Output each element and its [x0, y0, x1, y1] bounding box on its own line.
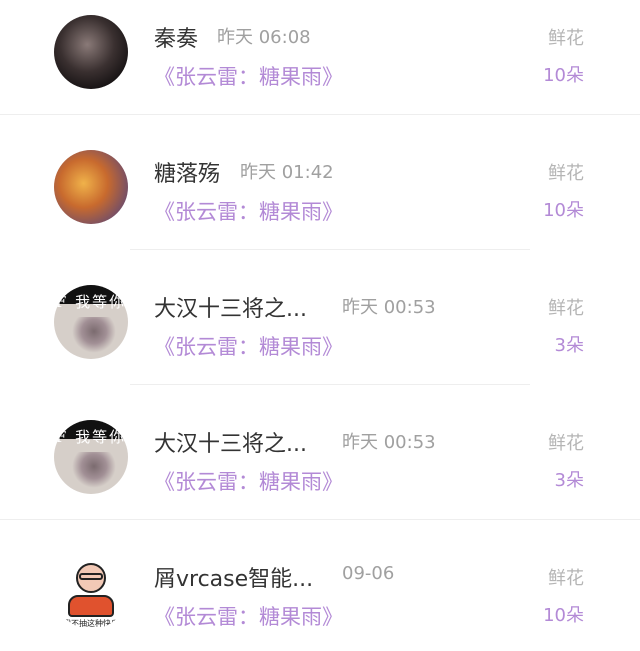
- user-name[interactable]: 大汉十三将之...: [154, 426, 307, 458]
- avatar-caption: F 我等你: [55, 428, 127, 446]
- avatar[interactable]: [54, 150, 128, 224]
- gift-type: 鲜花: [548, 433, 584, 454]
- timestamp: 昨天 00:53: [342, 297, 436, 318]
- list-item[interactable]: 秦奏 昨天 06:08 《张云雷：糖果雨》 鲜花 10朵: [0, 0, 640, 115]
- avatar[interactable]: [54, 15, 128, 89]
- gift-count: 10朵: [543, 200, 584, 221]
- gift-count: 3朵: [554, 470, 584, 491]
- avatar-caption: F 我等你: [55, 293, 127, 311]
- gift-record-list: 秦奏 昨天 06:08 《张云雷：糖果雨》 鲜花 10朵 糖落殇 昨天 01:4…: [0, 0, 640, 651]
- gift-count: 10朵: [543, 605, 584, 626]
- cartoon-body: [68, 595, 114, 617]
- list-item[interactable]: 糖落殇 昨天 01:42 《张云雷：糖果雨》 鲜花 10朵: [0, 116, 640, 250]
- gift-type: 鲜花: [548, 298, 584, 319]
- divider: [130, 249, 530, 250]
- list-item[interactable]: F 我等你 大汉十三将之... 昨天 00:53 《张云雷：糖果雨》 鲜花 3朵: [0, 386, 640, 520]
- avatar[interactable]: 我不抽这种快乐: [54, 555, 128, 629]
- divider: [0, 519, 640, 520]
- song-link[interactable]: 《张云雷：糖果雨》: [154, 466, 343, 496]
- avatar[interactable]: F 我等你: [54, 420, 128, 494]
- divider: [130, 384, 530, 385]
- user-name[interactable]: 屑vrcase智能...: [154, 561, 313, 593]
- avatar-figure: [72, 317, 116, 353]
- timestamp: 昨天 00:53: [342, 432, 436, 453]
- divider: [0, 114, 640, 115]
- avatar[interactable]: F 我等你: [54, 285, 128, 359]
- timestamp: 09-06: [342, 563, 395, 584]
- gift-count: 3朵: [554, 335, 584, 356]
- timestamp: 昨天 01:42: [240, 162, 334, 183]
- avatar-figure: [72, 452, 116, 488]
- song-link[interactable]: 《张云雷：糖果雨》: [154, 601, 343, 631]
- list-item[interactable]: F 我等你 大汉十三将之... 昨天 00:53 《张云雷：糖果雨》 鲜花 3朵: [0, 251, 640, 385]
- avatar-caption: 我不抽这种快乐: [63, 619, 119, 628]
- user-name[interactable]: 大汉十三将之...: [154, 291, 307, 323]
- song-link[interactable]: 《张云雷：糖果雨》: [154, 61, 343, 91]
- gift-count: 10朵: [543, 65, 584, 86]
- song-link[interactable]: 《张云雷：糖果雨》: [154, 196, 343, 226]
- timestamp: 昨天 06:08: [217, 27, 311, 48]
- user-name[interactable]: 秦奏: [154, 21, 198, 53]
- cartoon-glasses: [79, 573, 103, 580]
- song-link[interactable]: 《张云雷：糖果雨》: [154, 331, 343, 361]
- user-name[interactable]: 糖落殇: [154, 156, 220, 188]
- gift-type: 鲜花: [548, 568, 584, 589]
- gift-type: 鲜花: [548, 163, 584, 184]
- list-item[interactable]: 我不抽这种快乐 屑vrcase智能... 09-06 《张云雷：糖果雨》 鲜花 …: [0, 521, 640, 651]
- gift-type: 鲜花: [548, 28, 584, 49]
